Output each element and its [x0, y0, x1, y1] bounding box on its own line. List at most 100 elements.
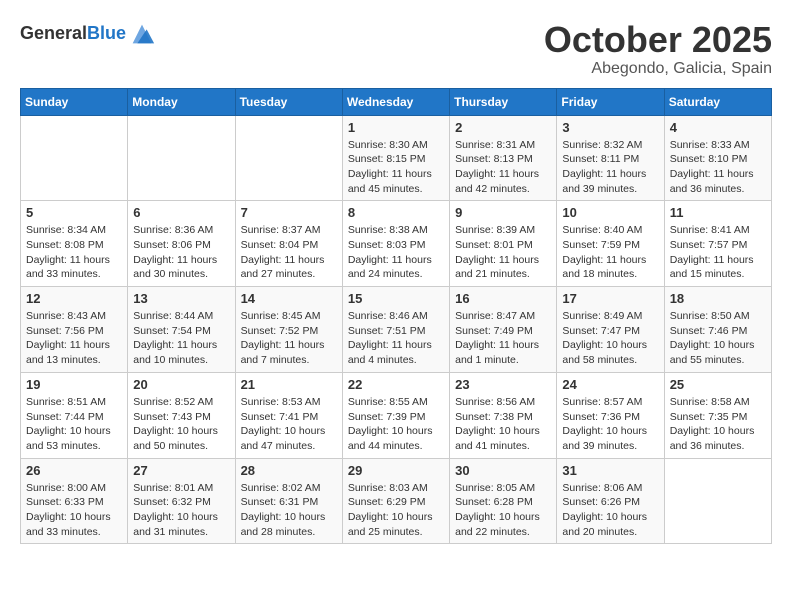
day-info: Sunrise: 8:56 AM Sunset: 7:38 PM Dayligh… [455, 395, 551, 454]
calendar-cell: 1 Sunrise: 8:30 AM Sunset: 8:15 PM Daylig… [342, 115, 449, 201]
day-number: 4 [670, 120, 766, 135]
day-info: Sunrise: 8:53 AM Sunset: 7:41 PM Dayligh… [241, 395, 337, 454]
calendar-cell: 2 Sunrise: 8:31 AM Sunset: 8:13 PM Daylig… [450, 115, 557, 201]
calendar-body: 1 Sunrise: 8:30 AM Sunset: 8:15 PM Daylig… [21, 115, 772, 544]
logo-general-text: General [20, 23, 87, 43]
calendar-week-5: 26 Sunrise: 8:00 AM Sunset: 6:33 PM Dayli… [21, 458, 772, 544]
day-info: Sunrise: 8:41 AM Sunset: 7:57 PM Dayligh… [670, 223, 766, 282]
calendar-cell: 14 Sunrise: 8:45 AM Sunset: 7:52 PM Dayli… [235, 287, 342, 373]
day-number: 29 [348, 463, 444, 478]
weekday-header-row: SundayMondayTuesdayWednesdayThursdayFrid… [21, 88, 772, 115]
calendar-cell [128, 115, 235, 201]
weekday-thursday: Thursday [450, 88, 557, 115]
calendar-cell: 18 Sunrise: 8:50 AM Sunset: 7:46 PM Dayli… [664, 287, 771, 373]
calendar-cell: 15 Sunrise: 8:46 AM Sunset: 7:51 PM Dayli… [342, 287, 449, 373]
weekday-wednesday: Wednesday [342, 88, 449, 115]
day-info: Sunrise: 8:30 AM Sunset: 8:15 PM Dayligh… [348, 138, 444, 197]
day-number: 15 [348, 291, 444, 306]
calendar-table: SundayMondayTuesdayWednesdayThursdayFrid… [20, 88, 772, 545]
title-block: October 2025 Abegondo, Galicia, Spain [544, 20, 772, 78]
calendar-cell: 27Sunrise: 8:01 AM Sunset: 6:32 PM Dayli… [128, 458, 235, 544]
day-info: Sunrise: 8:51 AM Sunset: 7:44 PM Dayligh… [26, 395, 122, 454]
calendar-cell: 4 Sunrise: 8:33 AM Sunset: 8:10 PM Daylig… [664, 115, 771, 201]
day-info: Sunrise: 8:46 AM Sunset: 7:51 PM Dayligh… [348, 309, 444, 368]
day-info: Sunrise: 8:03 AM Sunset: 6:29 PM Dayligh… [348, 481, 444, 540]
day-info: Sunrise: 8:39 AM Sunset: 8:01 PM Dayligh… [455, 223, 551, 282]
calendar-cell: 6 Sunrise: 8:36 AM Sunset: 8:06 PM Daylig… [128, 201, 235, 287]
day-info: Sunrise: 8:44 AM Sunset: 7:54 PM Dayligh… [133, 309, 229, 368]
day-info: Sunrise: 8:01 AM Sunset: 6:32 PM Dayligh… [133, 481, 229, 540]
weekday-friday: Friday [557, 88, 664, 115]
location: Abegondo, Galicia, Spain [544, 60, 772, 78]
day-number: 6 [133, 205, 229, 220]
day-number: 9 [455, 205, 551, 220]
day-number: 7 [241, 205, 337, 220]
calendar-cell: 3Sunrise: 8:32 AM Sunset: 8:11 PM Daylig… [557, 115, 664, 201]
calendar-cell: 13Sunrise: 8:44 AM Sunset: 7:54 PM Dayli… [128, 287, 235, 373]
calendar-cell [21, 115, 128, 201]
day-number: 23 [455, 377, 551, 392]
day-info: Sunrise: 8:34 AM Sunset: 8:08 PM Dayligh… [26, 223, 122, 282]
calendar-cell: 26 Sunrise: 8:00 AM Sunset: 6:33 PM Dayli… [21, 458, 128, 544]
day-info: Sunrise: 8:33 AM Sunset: 8:10 PM Dayligh… [670, 138, 766, 197]
day-number: 22 [348, 377, 444, 392]
day-info: Sunrise: 8:36 AM Sunset: 8:06 PM Dayligh… [133, 223, 229, 282]
logo-icon [128, 20, 156, 48]
day-info: Sunrise: 8:05 AM Sunset: 6:28 PM Dayligh… [455, 481, 551, 540]
weekday-saturday: Saturday [664, 88, 771, 115]
calendar-cell: 8Sunrise: 8:38 AM Sunset: 8:03 PM Daylig… [342, 201, 449, 287]
day-number: 25 [670, 377, 766, 392]
day-info: Sunrise: 8:55 AM Sunset: 7:39 PM Dayligh… [348, 395, 444, 454]
day-info: Sunrise: 8:50 AM Sunset: 7:46 PM Dayligh… [670, 309, 766, 368]
calendar-cell: 21 Sunrise: 8:53 AM Sunset: 7:41 PM Dayli… [235, 372, 342, 458]
day-info: Sunrise: 8:02 AM Sunset: 6:31 PM Dayligh… [241, 481, 337, 540]
day-number: 1 [348, 120, 444, 135]
day-number: 5 [26, 205, 122, 220]
calendar-cell: 19 Sunrise: 8:51 AM Sunset: 7:44 PM Dayli… [21, 372, 128, 458]
day-number: 28 [241, 463, 337, 478]
day-number: 10 [562, 205, 658, 220]
logo: GeneralBlue [20, 20, 156, 48]
calendar-cell: 10 Sunrise: 8:40 AM Sunset: 7:59 PM Dayli… [557, 201, 664, 287]
day-info: Sunrise: 8:52 AM Sunset: 7:43 PM Dayligh… [133, 395, 229, 454]
calendar-cell: 16Sunrise: 8:47 AM Sunset: 7:49 PM Dayli… [450, 287, 557, 373]
calendar-cell: 25 Sunrise: 8:58 AM Sunset: 7:35 PM Dayli… [664, 372, 771, 458]
day-number: 21 [241, 377, 337, 392]
day-info: Sunrise: 8:57 AM Sunset: 7:36 PM Dayligh… [562, 395, 658, 454]
calendar-cell: 17 Sunrise: 8:49 AM Sunset: 7:47 PM Dayli… [557, 287, 664, 373]
day-info: Sunrise: 8:40 AM Sunset: 7:59 PM Dayligh… [562, 223, 658, 282]
calendar-cell: 9 Sunrise: 8:39 AM Sunset: 8:01 PM Daylig… [450, 201, 557, 287]
day-info: Sunrise: 8:32 AM Sunset: 8:11 PM Dayligh… [562, 138, 658, 197]
day-number: 17 [562, 291, 658, 306]
calendar-cell: 24 Sunrise: 8:57 AM Sunset: 7:36 PM Dayli… [557, 372, 664, 458]
month-title: October 2025 [544, 20, 772, 60]
calendar-week-2: 5 Sunrise: 8:34 AM Sunset: 8:08 PM Daylig… [21, 201, 772, 287]
calendar-cell: 22 Sunrise: 8:55 AM Sunset: 7:39 PM Dayli… [342, 372, 449, 458]
day-info: Sunrise: 8:00 AM Sunset: 6:33 PM Dayligh… [26, 481, 122, 540]
day-info: Sunrise: 8:45 AM Sunset: 7:52 PM Dayligh… [241, 309, 337, 368]
calendar-cell [235, 115, 342, 201]
weekday-sunday: Sunday [21, 88, 128, 115]
day-info: Sunrise: 8:49 AM Sunset: 7:47 PM Dayligh… [562, 309, 658, 368]
calendar-cell: 31Sunrise: 8:06 AM Sunset: 6:26 PM Dayli… [557, 458, 664, 544]
calendar-cell: 29 Sunrise: 8:03 AM Sunset: 6:29 PM Dayli… [342, 458, 449, 544]
day-info: Sunrise: 8:58 AM Sunset: 7:35 PM Dayligh… [670, 395, 766, 454]
calendar-header: SundayMondayTuesdayWednesdayThursdayFrid… [21, 88, 772, 115]
day-number: 18 [670, 291, 766, 306]
page-header: GeneralBlue October 2025 Abegondo, Galic… [20, 20, 772, 78]
day-number: 24 [562, 377, 658, 392]
calendar-cell [664, 458, 771, 544]
day-number: 26 [26, 463, 122, 478]
day-number: 2 [455, 120, 551, 135]
day-info: Sunrise: 8:31 AM Sunset: 8:13 PM Dayligh… [455, 138, 551, 197]
day-number: 30 [455, 463, 551, 478]
weekday-monday: Monday [128, 88, 235, 115]
calendar-week-3: 12 Sunrise: 8:43 AM Sunset: 7:56 PM Dayli… [21, 287, 772, 373]
day-info: Sunrise: 8:43 AM Sunset: 7:56 PM Dayligh… [26, 309, 122, 368]
day-number: 19 [26, 377, 122, 392]
calendar-cell: 5 Sunrise: 8:34 AM Sunset: 8:08 PM Daylig… [21, 201, 128, 287]
calendar-week-4: 19 Sunrise: 8:51 AM Sunset: 7:44 PM Dayli… [21, 372, 772, 458]
day-number: 14 [241, 291, 337, 306]
day-number: 12 [26, 291, 122, 306]
day-info: Sunrise: 8:37 AM Sunset: 8:04 PM Dayligh… [241, 223, 337, 282]
